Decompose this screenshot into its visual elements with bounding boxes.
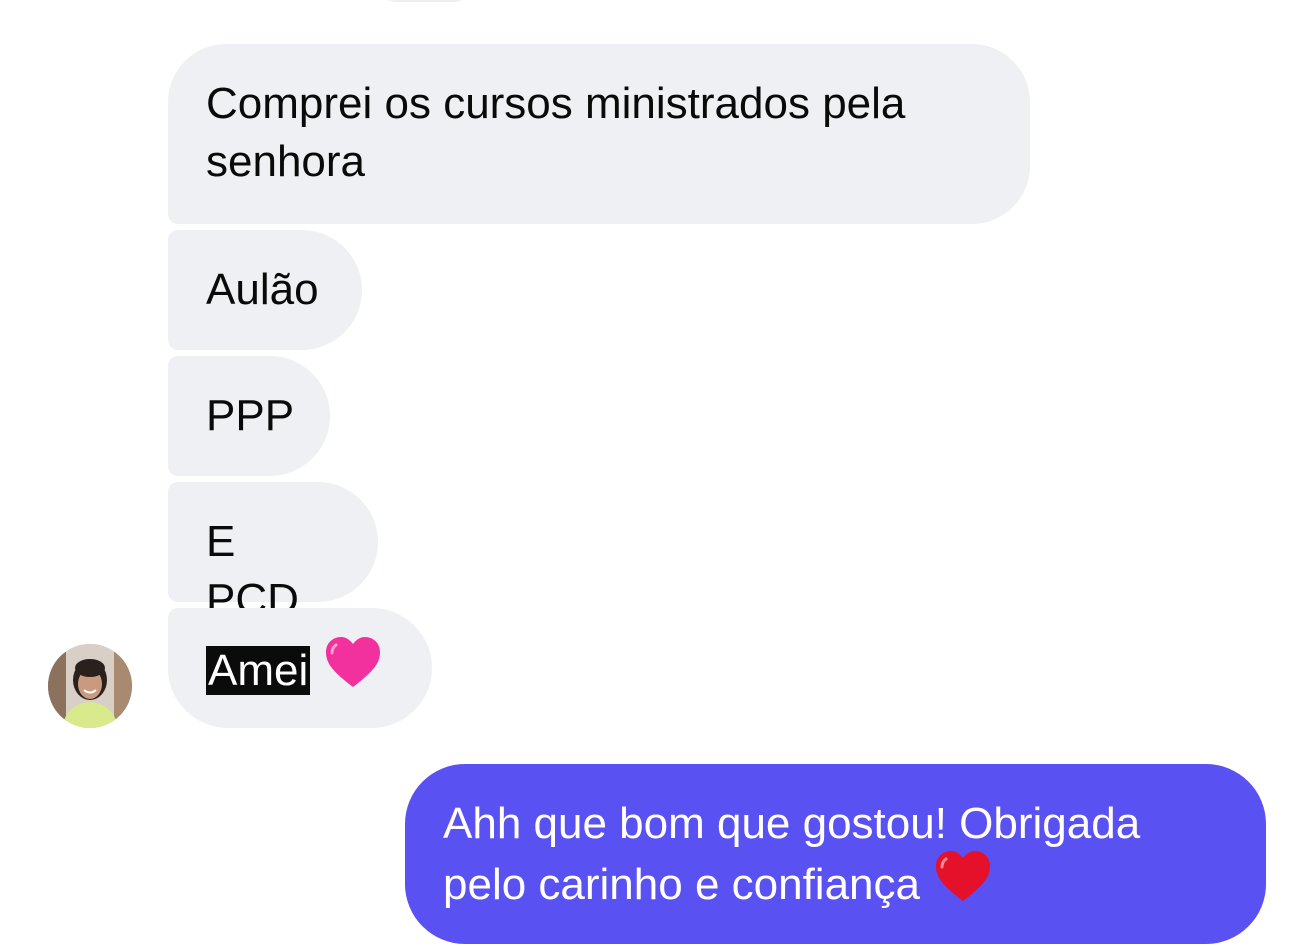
message-text: PPP [206,391,295,440]
pink-heart-icon [324,635,382,704]
message-text: Ahh que bom que gostou! Obrigada pelo ca… [443,799,1141,910]
outgoing-message-bubble[interactable]: Ahh que bom que gostou! Obrigada pelo ca… [405,764,1266,944]
message-text: Aulão [206,265,319,314]
incoming-message-bubble[interactable]: Comprei os cursos ministrados pela senho… [168,44,1030,224]
red-heart-icon [934,849,992,918]
contact-avatar[interactable] [48,644,132,728]
incoming-message-bubble[interactable]: E PCD [168,482,378,624]
message-text: Comprei os cursos ministrados pela senho… [206,79,906,186]
selected-message-text[interactable]: Amei [206,646,311,696]
incoming-message-bubble[interactable]: Amei [168,608,432,728]
incoming-message-bubble[interactable]: Aulão [168,230,362,350]
previous-item-edge [380,0,470,2]
incoming-message-bubble[interactable]: PPP [168,356,330,476]
